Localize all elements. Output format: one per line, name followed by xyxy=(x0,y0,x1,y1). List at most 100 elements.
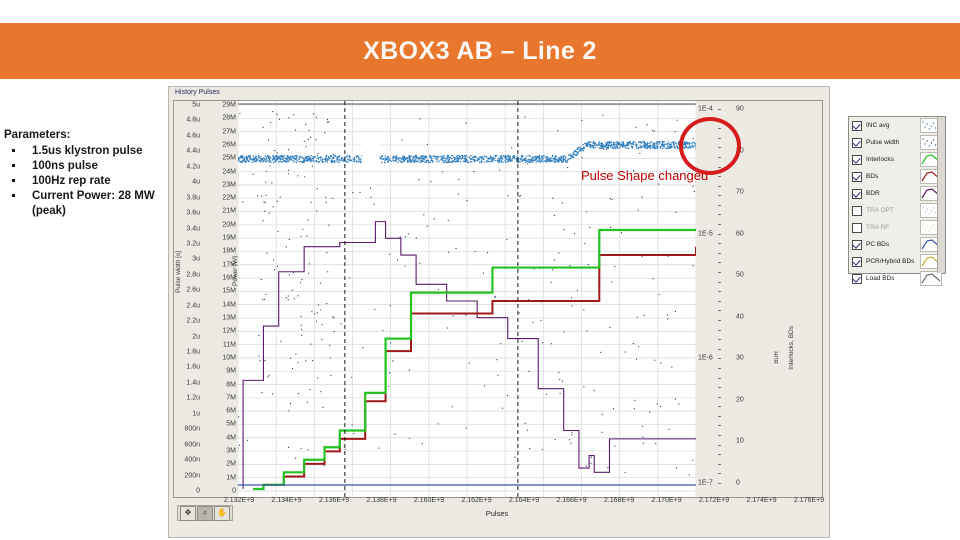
inc-avg-point xyxy=(331,159,333,161)
scatter-point xyxy=(396,259,398,261)
legend-row[interactable]: PC BDs xyxy=(849,236,945,253)
legend-row[interactable]: TRA RF xyxy=(849,219,945,236)
inc-avg-point xyxy=(548,159,551,162)
legend-checkbox[interactable] xyxy=(852,171,862,182)
inc-avg-point xyxy=(455,160,458,162)
legend-row[interactable]: BDs xyxy=(849,168,945,185)
x-axis[interactable]: Pulses 2.132E+9 2.134E+9 2.136E+9 2.138E+9 2… xyxy=(173,497,824,523)
scatter-point xyxy=(261,195,263,197)
inc-avg-point xyxy=(526,155,528,157)
legend-checkbox[interactable] xyxy=(852,273,862,284)
zoom-icon[interactable]: ⌕ xyxy=(197,505,213,521)
inc-avg-point xyxy=(470,160,473,163)
axis-minor-tick xyxy=(718,319,721,321)
scatter-point xyxy=(590,456,592,458)
legend-row[interactable]: Interlocks xyxy=(849,151,945,168)
legend-label: PC BDs xyxy=(866,241,890,248)
legend-swatch[interactable] xyxy=(920,271,942,286)
legend-checkbox[interactable] xyxy=(852,256,862,267)
axis-tick-label: 1u xyxy=(192,410,200,418)
inc-avg-point xyxy=(423,156,425,158)
inc-avg-point xyxy=(298,160,300,163)
scatter-point xyxy=(518,312,520,314)
inc-avg-point xyxy=(353,160,356,162)
inc-avg-point xyxy=(576,147,579,150)
pan-icon[interactable]: ✋ xyxy=(214,505,230,521)
legend-checkbox[interactable] xyxy=(852,137,862,148)
legend-checkbox[interactable] xyxy=(852,205,862,216)
inc-avg-point xyxy=(429,161,431,163)
axis-tick-label: 4M xyxy=(226,434,236,442)
axis-tick-label: 26M xyxy=(222,141,236,149)
legend-row[interactable]: Pulse width xyxy=(849,134,945,151)
inc-avg-point xyxy=(387,155,390,158)
inc-avg-point xyxy=(446,161,448,163)
inc-avg-point xyxy=(567,154,570,157)
inc-avg-point xyxy=(609,144,612,147)
scatter-point xyxy=(666,314,668,316)
legend-row[interactable]: Load BDs xyxy=(849,270,945,287)
axis-minor-tick xyxy=(718,339,721,341)
axis-minor-tick xyxy=(718,272,721,274)
legend-label: PCR/Hybrid BDs xyxy=(866,258,915,265)
legend-checkbox[interactable] xyxy=(852,154,862,165)
inc-avg-point xyxy=(441,155,443,158)
right-axis-tick-label: 40 xyxy=(736,313,744,321)
inc-avg-point xyxy=(313,156,315,158)
cursor-icon[interactable]: ✥ xyxy=(180,505,196,521)
scatter-point xyxy=(457,193,459,195)
inc-avg-point xyxy=(326,158,329,160)
inc-avg-point xyxy=(499,157,502,159)
legend-checkbox[interactable] xyxy=(852,120,862,131)
inc-avg-point xyxy=(617,142,620,144)
legend-row[interactable]: TRA OPT xyxy=(849,202,945,219)
inc-avg-point xyxy=(459,156,461,158)
legend-checkbox[interactable] xyxy=(852,239,862,250)
scatter-point xyxy=(298,392,300,395)
y-axis-pulse-width[interactable]: Pulse width [s] 5u 4.8u 4.6u 4.4u 4.2u 4u 3.8u… xyxy=(174,101,202,497)
inc-avg-point xyxy=(624,147,627,149)
scatter-point xyxy=(546,393,548,395)
scatter-point xyxy=(329,344,331,346)
scatter-point xyxy=(521,340,523,342)
legend-row[interactable]: PCR/Hybrid BDs xyxy=(849,253,945,270)
scatter-point xyxy=(655,442,657,445)
scatter-point xyxy=(293,298,295,300)
inc-avg-point xyxy=(266,157,268,159)
inc-avg-point xyxy=(298,157,301,159)
y-axis-power[interactable]: Power [W] 29M 28M 27M 26M 25M 24M 23M 22M 21M 20M… xyxy=(202,101,239,497)
inc-avg-point xyxy=(667,145,669,148)
legend-row[interactable]: BDR xyxy=(849,185,945,202)
axis-tick-label: 3.8u xyxy=(186,194,200,202)
scatter-point xyxy=(309,389,311,391)
plot-area[interactable] xyxy=(238,101,696,497)
inc-avg-point xyxy=(513,154,515,157)
scatter-point xyxy=(659,405,662,408)
inc-avg-point xyxy=(574,154,577,156)
legend-scrollbar[interactable] xyxy=(937,117,945,273)
legend-checkbox[interactable] xyxy=(852,222,862,233)
series-bdr xyxy=(242,221,696,489)
inc-avg-point xyxy=(384,161,386,164)
legend-checkbox[interactable] xyxy=(852,188,862,199)
scatter-point xyxy=(321,324,323,326)
inc-avg-point xyxy=(593,140,595,143)
scatter-point xyxy=(278,118,281,120)
scatter-point xyxy=(473,171,475,173)
inc-avg-point xyxy=(527,160,529,162)
inc-avg-point xyxy=(579,146,581,149)
axis-tick-label: 2.4u xyxy=(186,302,200,310)
scatter-point xyxy=(307,138,309,141)
inc-avg-point xyxy=(294,154,297,157)
scatter-point xyxy=(252,173,254,175)
inc-avg-point xyxy=(266,159,268,162)
inc-avg-point xyxy=(439,155,441,158)
inc-avg-point xyxy=(592,146,595,149)
inc-avg-point xyxy=(491,157,494,159)
legend-panel[interactable]: INC avg Pulse width Interlocks BDs BDR TRA OP… xyxy=(848,116,946,286)
legend-row[interactable]: INC avg xyxy=(849,117,945,134)
axis-tick-label: 1.8u xyxy=(186,348,200,356)
inc-avg-point xyxy=(424,161,426,163)
graph-tool-palette[interactable]: ✥ ⌕ ✋ xyxy=(177,505,233,521)
inc-avg-point xyxy=(588,145,591,148)
